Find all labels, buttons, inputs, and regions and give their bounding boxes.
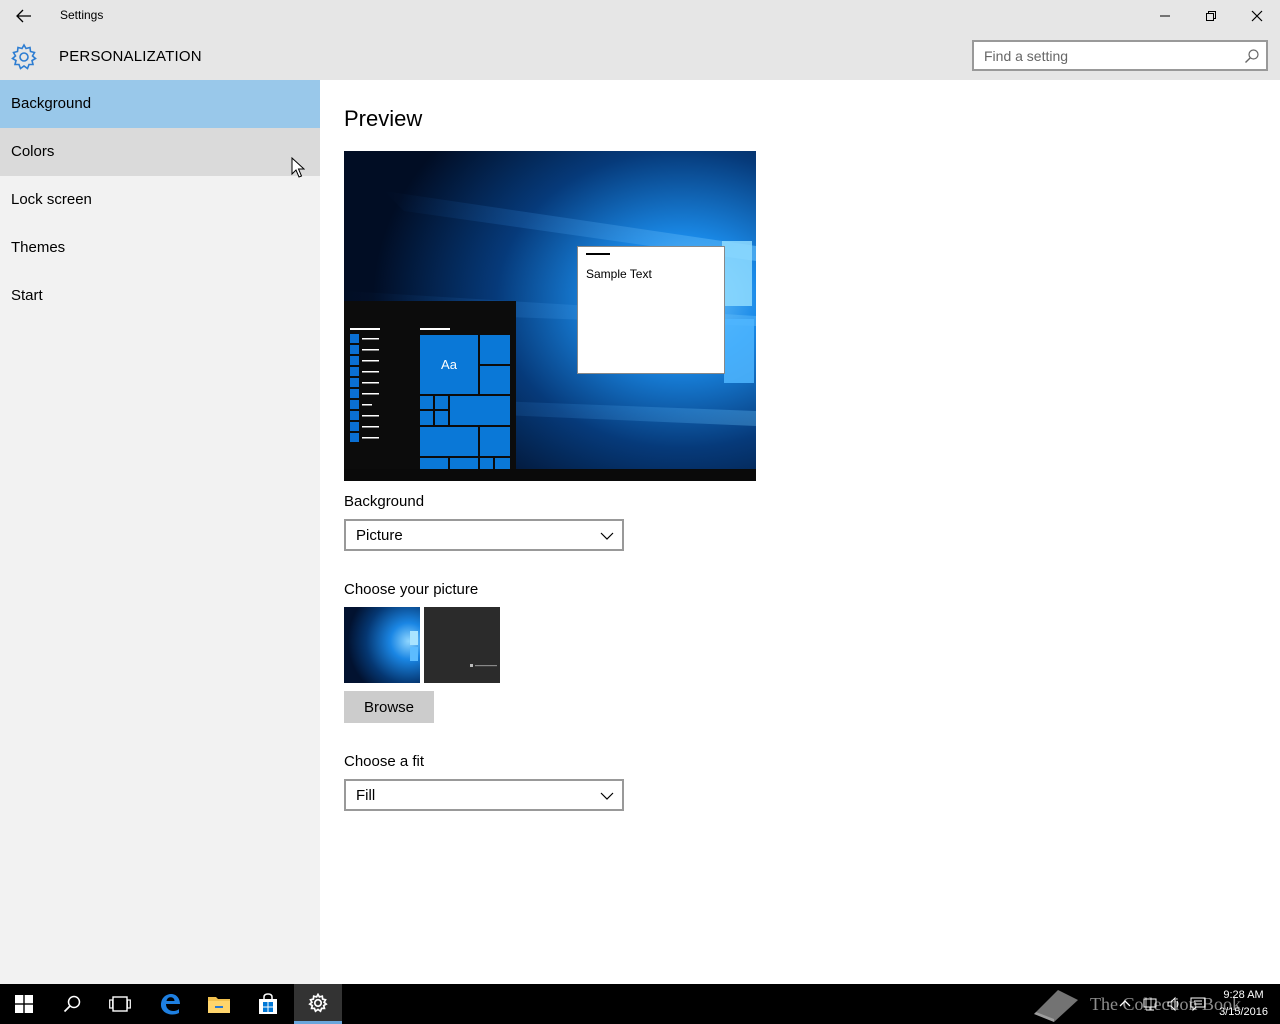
start-tile-label: Aa	[441, 357, 457, 372]
back-arrow-icon	[16, 9, 31, 23]
start-menu-preview: Aa	[344, 301, 516, 469]
search-icon	[63, 995, 81, 1013]
volume-icon[interactable]	[1166, 996, 1182, 1012]
sidebar-item-start[interactable]: Start	[0, 272, 320, 320]
system-tray	[1118, 984, 1206, 1024]
close-icon	[1251, 10, 1263, 22]
network-icon[interactable]	[1142, 996, 1158, 1012]
sample-title-bar	[586, 253, 610, 255]
sample-text: Sample Text	[586, 267, 652, 281]
main-content: Preview Aa Sample Text Background Pictur…	[320, 80, 1280, 984]
sidebar-item-background[interactable]: Background	[0, 80, 320, 128]
background-label: Background	[344, 493, 425, 510]
store-button[interactable]	[244, 984, 292, 1024]
fit-dropdown[interactable]: Fill	[344, 779, 624, 811]
search-input[interactable]	[974, 42, 1234, 69]
file-explorer-button[interactable]	[195, 984, 243, 1024]
sidebar-nav: Background Colors Lock screen Themes Sta…	[0, 80, 320, 984]
start-button[interactable]	[0, 984, 48, 1024]
sample-window-preview: Sample Text	[577, 246, 725, 374]
section-title: PERSONALIZATION	[59, 48, 202, 65]
windows-taskbar: The Collection Book 9:28 AM 3/15/2016	[0, 984, 1280, 1024]
back-button[interactable]	[10, 4, 38, 28]
sidebar-item-themes[interactable]: Themes	[0, 224, 320, 272]
settings-taskbar-button[interactable]	[294, 984, 342, 1024]
action-center-icon[interactable]	[1190, 996, 1206, 1012]
background-dropdown-value: Picture	[356, 527, 403, 544]
search-box[interactable]	[972, 40, 1268, 71]
fit-dropdown-value: Fill	[356, 787, 376, 804]
picture-thumbnail-windows[interactable]	[344, 607, 420, 683]
minimize-button[interactable]	[1142, 0, 1188, 32]
edge-browser-button[interactable]	[146, 984, 194, 1024]
preview-heading: Preview	[344, 106, 423, 131]
clock-time: 9:28 AM	[1223, 989, 1264, 1001]
store-bag-icon	[259, 993, 277, 1014]
search-icon[interactable]	[1244, 48, 1260, 64]
task-view-button[interactable]	[96, 984, 144, 1024]
chevron-down-icon	[600, 532, 614, 540]
restore-icon	[1206, 11, 1216, 21]
gear-icon	[308, 992, 328, 1013]
gear-icon	[11, 43, 37, 70]
browse-button[interactable]: Browse	[344, 691, 434, 723]
settings-header: PERSONALIZATION	[0, 32, 1280, 80]
chevron-down-icon	[600, 792, 614, 800]
edge-icon	[161, 994, 180, 1015]
title-bar: Settings	[0, 0, 1280, 32]
taskbar-search-button[interactable]	[48, 984, 96, 1024]
sidebar-item-colors[interactable]: Colors	[0, 128, 320, 176]
mouse-cursor-icon	[291, 157, 305, 178]
windows-hero-thumbnail-image	[344, 607, 420, 683]
folder-icon	[208, 997, 230, 1013]
windows-logo-icon	[15, 995, 33, 1013]
chevron-up-icon[interactable]	[1118, 997, 1132, 1011]
book-icon	[1034, 990, 1078, 1022]
sidebar-item-lock-screen[interactable]: Lock screen	[0, 176, 320, 224]
taskbar-clock[interactable]: 9:28 AM 3/15/2016	[1219, 987, 1268, 1021]
task-view-icon	[109, 996, 131, 1012]
minimize-icon	[1160, 15, 1170, 17]
picture-thumbnail-dark[interactable]	[424, 607, 500, 683]
start-menu-tiles-image	[350, 328, 510, 469]
dark-thumbnail-image	[424, 607, 500, 683]
choose-picture-label: Choose your picture	[344, 581, 479, 598]
close-button[interactable]	[1234, 0, 1280, 32]
background-dropdown[interactable]: Picture	[344, 519, 624, 551]
desktop-preview: Aa Sample Text	[344, 151, 756, 481]
window-title: Settings	[60, 8, 104, 22]
clock-date: 3/15/2016	[1219, 1006, 1268, 1018]
restore-button[interactable]	[1188, 0, 1234, 32]
choose-fit-label: Choose a fit	[344, 753, 425, 770]
preview-taskbar	[344, 469, 756, 481]
